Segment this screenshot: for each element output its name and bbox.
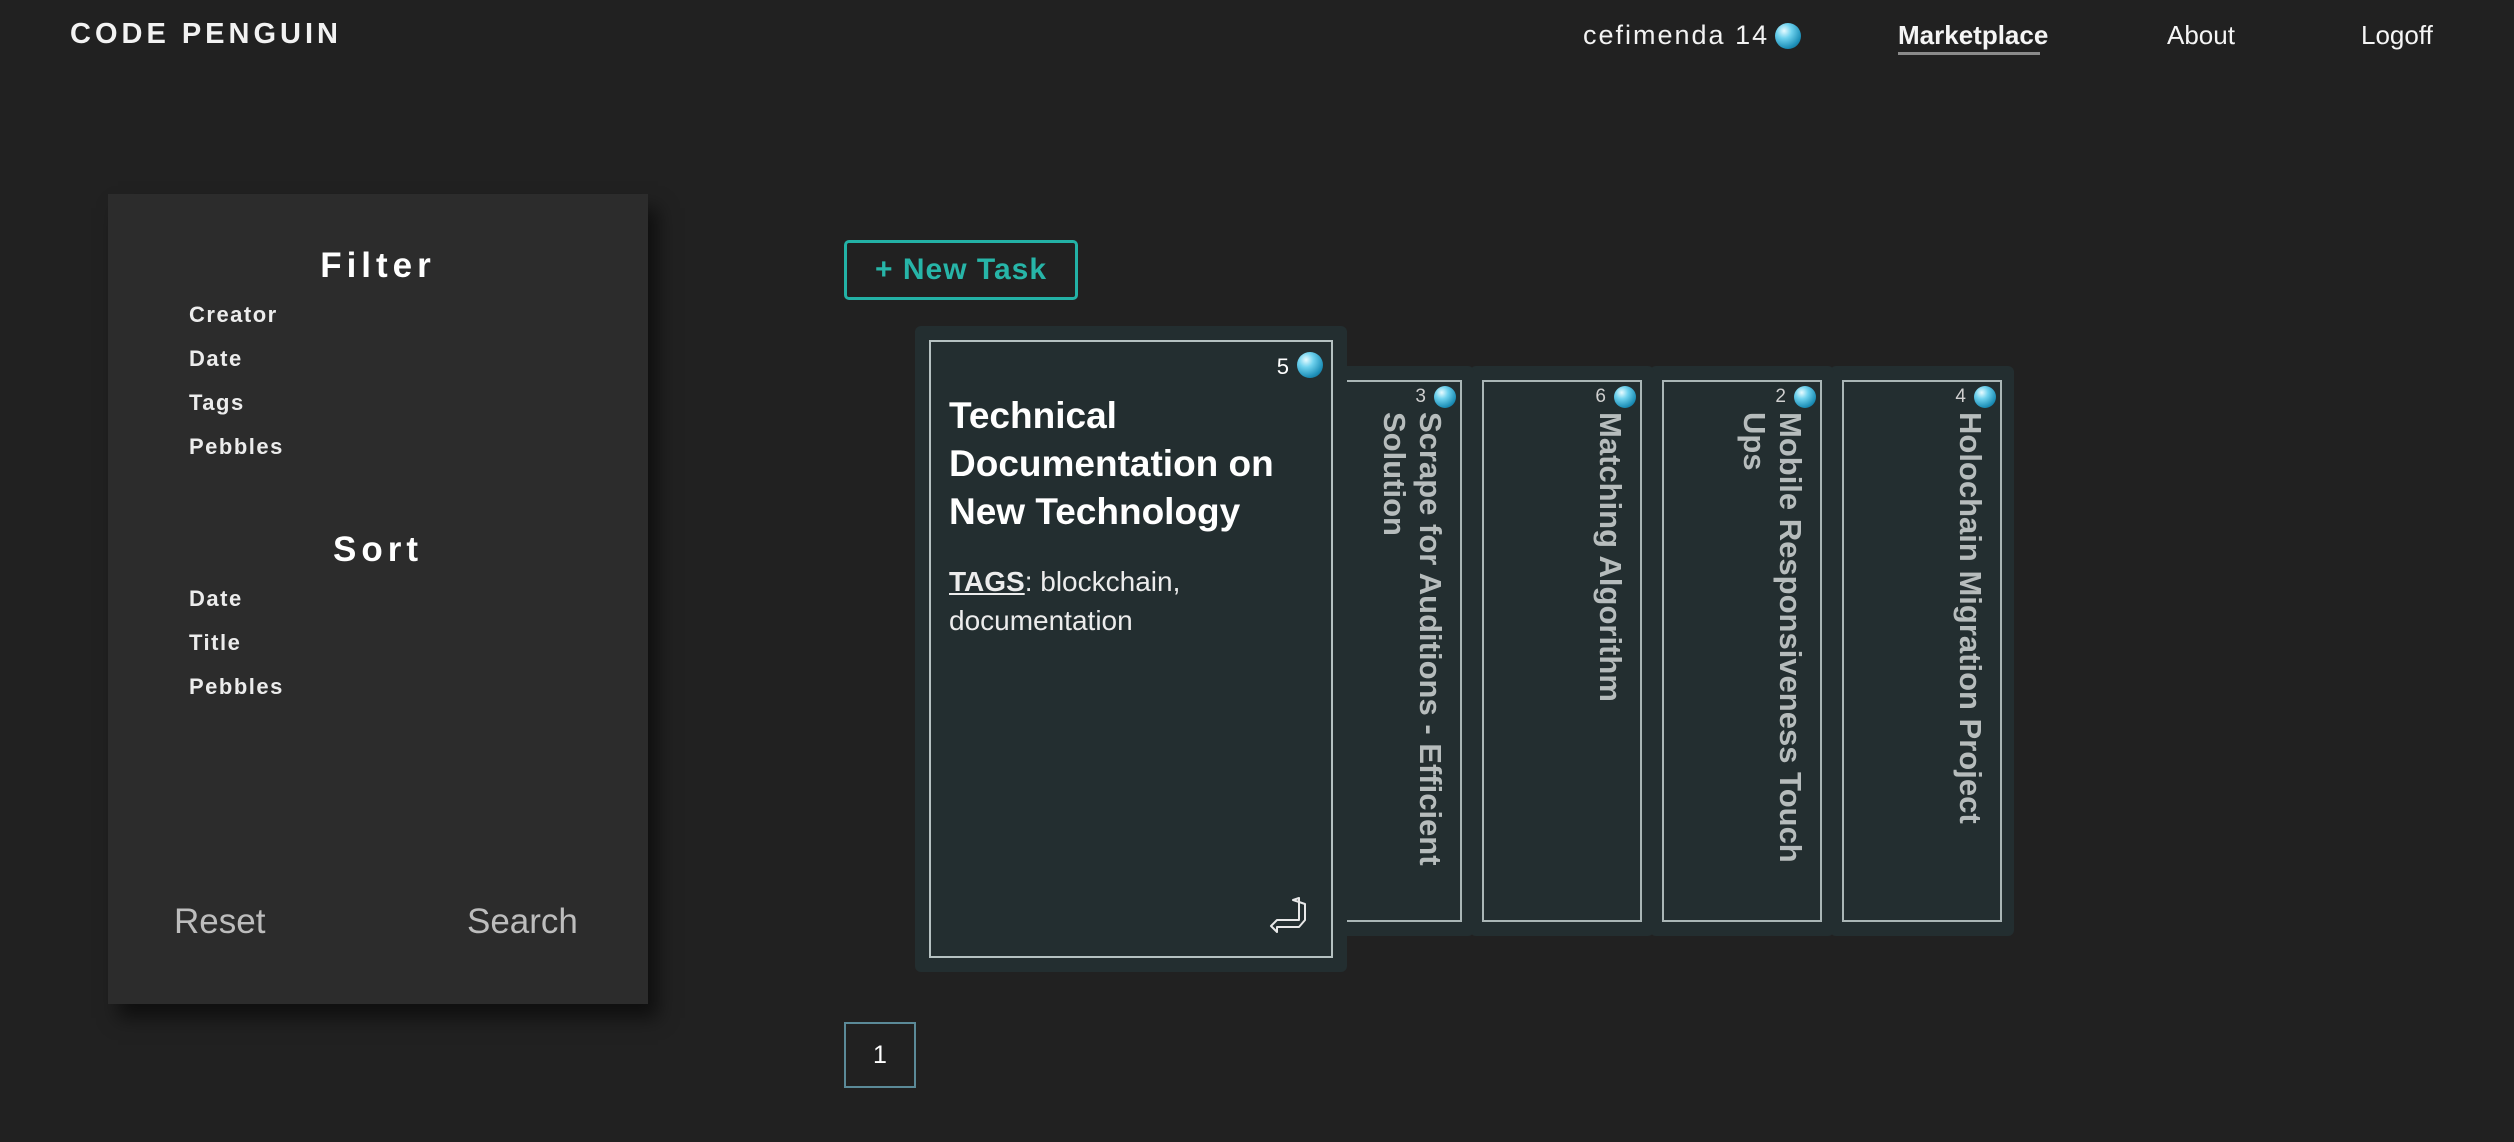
tags-label: TAGS	[949, 566, 1025, 597]
card-title: Technical Documentation on New Technolog…	[949, 395, 1274, 532]
card-pebble-count: 4	[1955, 386, 1966, 407]
card-pebble-count: 2	[1775, 386, 1786, 407]
pebble-icon	[1614, 386, 1636, 408]
flip-card-icon[interactable]	[1265, 890, 1315, 940]
card-tags: TAGS: blockchain, documentation	[949, 562, 1319, 640]
top-bar: CODE PENGUIN cefimenda 14 Marketplace Ab…	[0, 0, 2514, 74]
nav-marketplace[interactable]: Marketplace	[1898, 20, 2048, 51]
card-title: Scrape for Auditions - Efficient Solutio…	[1377, 412, 1448, 866]
card-pebble-count: 5	[1276, 354, 1289, 379]
filter-creator[interactable]: Creator	[189, 302, 278, 328]
nav-logoff[interactable]: Logoff	[2361, 20, 2433, 51]
card-pebble-count: 6	[1595, 386, 1606, 407]
filter-tags[interactable]: Tags	[189, 390, 245, 416]
card-pebble-count: 3	[1415, 386, 1426, 407]
user-balance: cefimenda 14	[1583, 20, 1802, 51]
filter-pebbles[interactable]: Pebbles	[189, 434, 284, 460]
filter-sort-panel: Filter Creator Date Tags Pebbles Sort Da…	[108, 194, 648, 1004]
filter-date[interactable]: Date	[189, 346, 243, 372]
pebble-icon	[1974, 386, 1996, 408]
pebble-icon	[1297, 352, 1323, 378]
pebble-icon	[1775, 22, 1802, 49]
nav-about[interactable]: About	[2167, 20, 2235, 51]
new-task-button[interactable]: + New Task	[844, 240, 1078, 300]
card-title: Holochain Migration Project	[1953, 412, 1988, 824]
nav-active-underline	[1898, 52, 2040, 55]
username-label: cefimenda 14	[1583, 20, 1770, 50]
sort-pebbles[interactable]: Pebbles	[189, 674, 284, 700]
task-card[interactable]: 6 Matching Algorithm	[1470, 366, 1654, 936]
task-card-active[interactable]: 5 Technical Documentation on New Technol…	[915, 326, 1347, 972]
search-button[interactable]: Search	[467, 902, 578, 942]
task-card[interactable]: 4 Holochain Migration Project	[1830, 366, 2014, 936]
task-card[interactable]: 2 Mobile Responsiveness Touch Ups	[1650, 366, 1834, 936]
filter-heading: Filter	[320, 246, 436, 285]
reset-button[interactable]: Reset	[174, 902, 265, 942]
sort-date[interactable]: Date	[189, 586, 243, 612]
sort-title[interactable]: Title	[189, 630, 241, 656]
sort-heading: Sort	[333, 530, 423, 569]
card-title: Mobile Responsiveness Touch Ups	[1737, 412, 1808, 863]
pagination-page-1[interactable]: 1	[844, 1022, 916, 1088]
pebble-icon	[1434, 386, 1456, 408]
pebble-icon	[1794, 386, 1816, 408]
card-title: Matching Algorithm	[1593, 412, 1628, 702]
brand-logo-text[interactable]: CODE PENGUIN	[70, 18, 342, 51]
